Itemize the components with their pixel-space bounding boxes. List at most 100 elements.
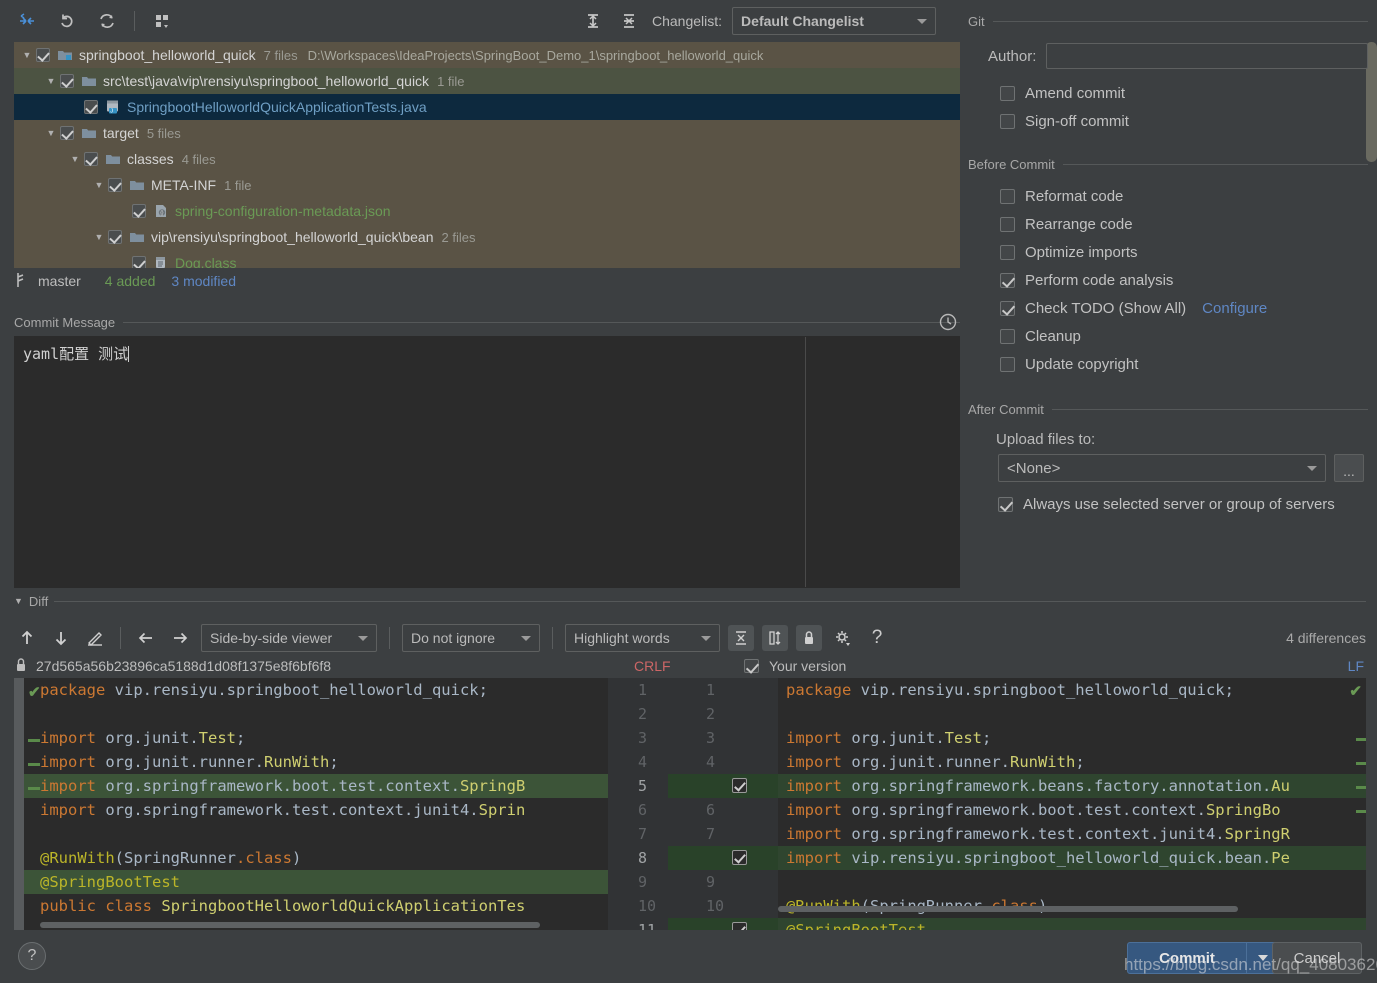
lock-icon[interactable] [796,625,822,651]
before-commit-option-checkbox[interactable] [1000,272,1015,288]
collapse-unchanged-icon[interactable] [728,625,754,651]
before-commit-option-checkbox[interactable] [1000,188,1015,204]
tree-row-checkbox[interactable] [36,48,50,62]
revert-icon[interactable] [54,8,80,34]
tree-row-checkbox[interactable] [108,178,122,192]
tree-row[interactable]: {} spring-configuration-metadata.json [14,198,960,224]
tree-row-file-count: 7 files [263,47,298,63]
before-commit-option-row[interactable]: Update copyright [1000,350,1368,378]
changelist-dropdown[interactable]: Default Changelist [732,7,937,35]
right-line-separator[interactable]: LF [1348,658,1364,674]
tree-row[interactable]: ▼ META-INF 1 file [14,172,960,198]
tree-row-checkbox[interactable] [60,74,74,88]
ignore-mode-dropdown[interactable]: Do not ignore [402,624,540,652]
git-option-row[interactable]: Sign-off commit [1000,107,1368,135]
tree-row[interactable]: ▼ src\test\java\vip\rensiyu\springboot_he… [14,68,960,94]
left-line-number: 9 [638,873,648,891]
before-commit-option-checkbox[interactable] [1000,244,1015,260]
collapse-all-icon[interactable] [616,8,642,34]
before-commit-option-checkbox[interactable] [1000,216,1015,232]
commit-message-input[interactable]: yaml配置 测试 [15,337,805,587]
revision-hash: 27d565a56b23896ca5188d1d08f1375e8f6bf6f8 [36,658,332,674]
chevron-down-icon[interactable]: ▼ [44,76,58,86]
help-button[interactable]: ? [18,942,46,970]
before-commit-option-checkbox[interactable] [1000,300,1015,316]
tree-row-checkbox[interactable] [108,230,122,244]
cancel-button[interactable]: Cancel [1272,942,1362,974]
refresh-icon[interactable] [94,8,120,34]
chevron-down-icon[interactable]: ▼ [92,232,106,242]
changed-files-tree[interactable]: ▼ springboot_helloworld_quick 7 files D:\Wo… [14,42,960,268]
configure-todo-link[interactable]: Configure [1202,300,1267,317]
tree-row[interactable]: ▼ vip\rensiyu\springboot_helloworld_quick… [14,224,960,250]
always-use-server-row[interactable]: Always use selected server or group of s… [998,490,1368,518]
show-whitespace-icon[interactable] [762,625,788,651]
chevron-down-icon[interactable]: ▼ [68,154,82,164]
arrow-left-icon[interactable] [133,625,159,651]
right-line-number: 6 [706,801,716,819]
chevron-down-icon[interactable]: ▼ [44,128,58,138]
arrow-down-icon[interactable] [48,625,74,651]
toolbar-divider [134,11,135,31]
your-version-checkbox[interactable] [744,659,759,673]
tree-row-checkbox[interactable] [84,152,98,166]
always-use-server-checkbox[interactable] [998,496,1013,512]
accept-change-checkbox[interactable] [732,778,747,793]
arrow-right-icon[interactable] [167,625,193,651]
diff-left-editor[interactable]: package vip.rensiyu.springboot_helloworl… [14,678,608,930]
history-clock-icon[interactable] [938,312,958,332]
question-icon[interactable]: ? [864,625,890,651]
highlight-mode-dropdown[interactable]: Highlight words [565,624,720,652]
before-commit-option-checkbox[interactable] [1000,328,1015,344]
before-commit-option-row[interactable]: Rearrange code [1000,210,1368,238]
chevron-down-icon[interactable]: ▼ [20,50,34,60]
before-commit-option-row[interactable]: Optimize imports [1000,238,1368,266]
tree-row[interactable]: ▼ classes 4 files [14,146,960,172]
tree-status-bar: master 4 added 3 modified [14,268,960,294]
tree-row-checkbox[interactable] [84,100,98,114]
before-commit-option-row[interactable]: Check TODO (Show All) Configure [1000,294,1368,322]
code-line: import org.springframework.beans.factory… [778,774,1366,798]
chevron-down-icon[interactable]: ▼ [14,596,23,606]
left-line-separator[interactable]: CRLF [634,658,671,674]
pencil-icon[interactable] [82,625,108,651]
git-option-row[interactable]: Amend commit [1000,79,1368,107]
tree-row[interactable]: ▼ target 5 files [14,120,960,146]
tree-row[interactable]: Dog.class [14,250,960,268]
right-horizontal-scrollbar[interactable] [778,906,1238,912]
git-option-checkbox[interactable] [1000,113,1015,129]
tree-row[interactable]: J SpringbootHelloworldQuickApplicationTes… [14,94,960,120]
author-input[interactable] [1046,43,1368,69]
module-folder-icon [56,47,74,63]
chevron-down-icon [1307,465,1317,471]
before-commit-option-checkbox[interactable] [1000,356,1015,372]
git-option-checkbox[interactable] [1000,85,1015,101]
viewer-mode-dropdown[interactable]: Side-by-side viewer [201,624,377,652]
commit-message-box[interactable]: yaml配置 测试 [14,336,960,588]
tree-row-checkbox[interactable] [60,126,74,140]
tree-row-checkbox[interactable] [132,204,146,218]
left-horizontal-scrollbar[interactable] [40,922,540,928]
chevron-down-icon[interactable]: ▼ [92,180,106,190]
diff-right-editor[interactable]: package vip.rensiyu.springboot_helloworl… [778,678,1366,930]
accept-change-checkbox[interactable] [732,922,747,930]
tree-row[interactable]: ▼ springboot_helloworld_quick 7 files D:\Wo… [14,42,960,68]
gear-icon[interactable] [830,625,856,651]
accept-change-checkbox[interactable] [732,850,747,865]
diff-section-header[interactable]: ▼ Diff [14,592,1366,610]
before-commit-option-row[interactable]: Perform code analysis [1000,266,1368,294]
group-by-icon[interactable] [149,8,175,34]
upload-server-dropdown[interactable]: <None> [998,454,1326,482]
before-commit-option-row[interactable]: Reformat code [1000,182,1368,210]
arrow-up-icon[interactable] [14,625,40,651]
before-commit-option-row[interactable]: Cleanup [1000,322,1368,350]
left-line-number: 6 [638,801,648,819]
tree-row-checkbox[interactable] [132,256,146,268]
expand-all-icon[interactable] [580,8,606,34]
browse-servers-button[interactable]: ... [1334,454,1364,482]
commit-button[interactable]: Commit [1127,942,1247,974]
upload-files-label: Upload files to: [996,431,1096,448]
diff-viewer[interactable]: package vip.rensiyu.springboot_helloworl… [14,678,1366,930]
tree-row-file-count: 1 file [224,177,252,193]
collapse-to-selection-icon[interactable] [14,8,40,34]
